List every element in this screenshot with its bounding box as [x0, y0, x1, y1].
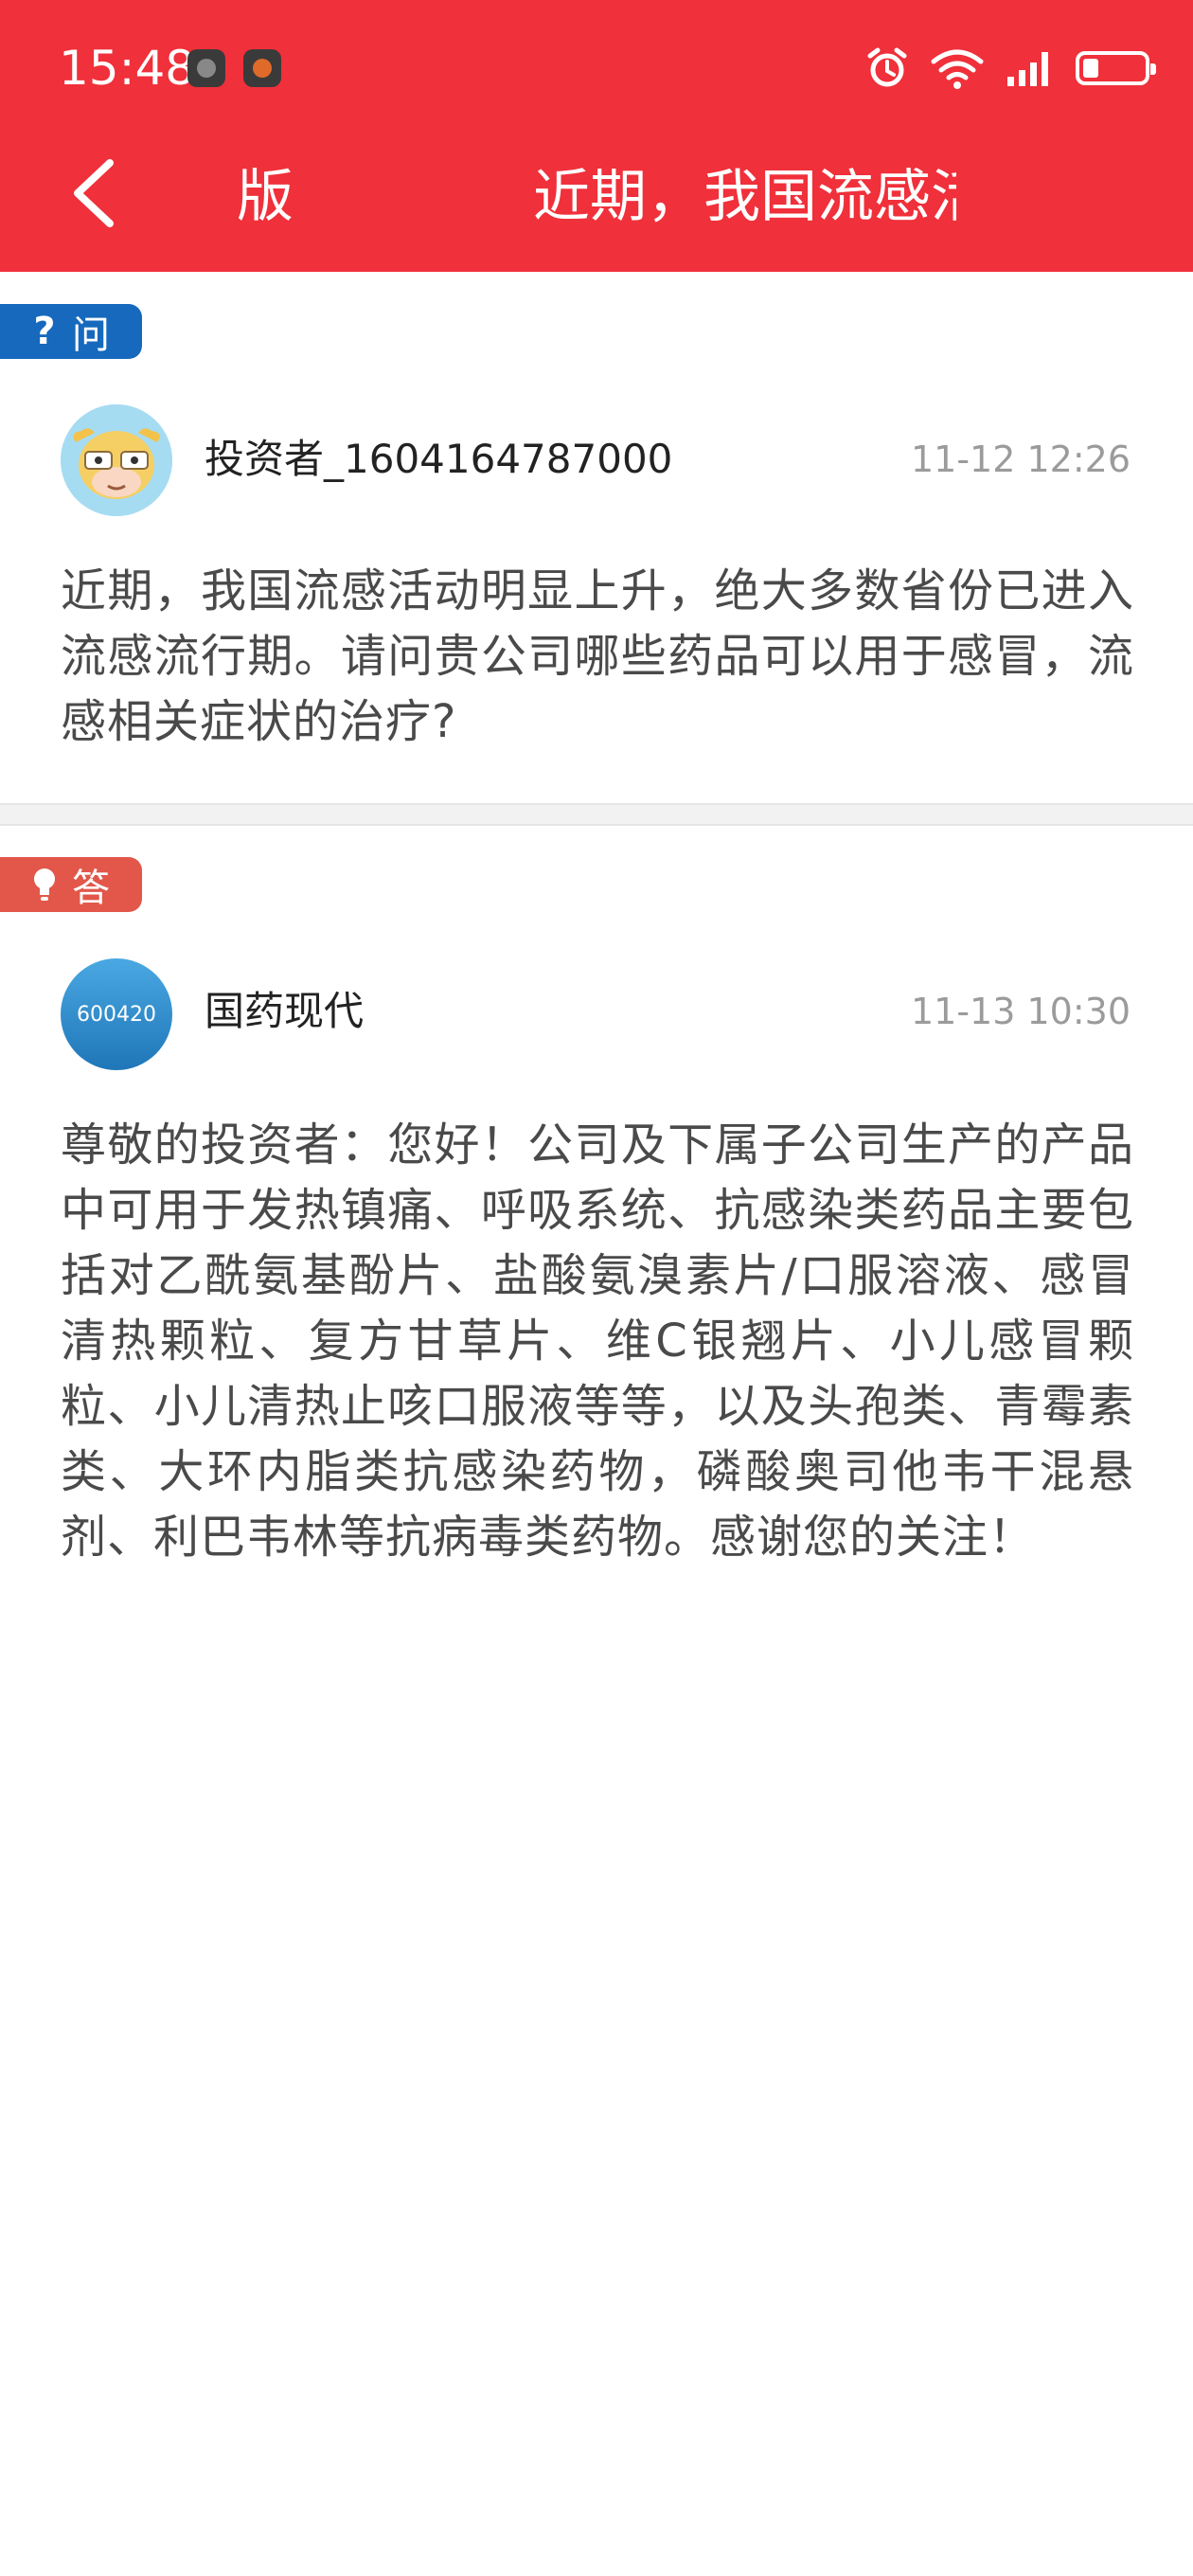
- question-mark-icon: ?: [33, 310, 56, 353]
- investor-name[interactable]: 投资者_1604164787000: [205, 433, 672, 486]
- app-header: 15:48 版 近期，我国流感活: [0, 0, 1193, 272]
- notification-app-icon: [243, 49, 281, 87]
- answer-text: 尊敬的投资者：您好！公司及下属子公司生产的产品中可用于发热镇痛、呼吸系统、抗感染…: [61, 1118, 1134, 1564]
- battery-icon: [1076, 51, 1156, 85]
- status-icons: [865, 44, 1156, 93]
- company-name[interactable]: 国药现代: [205, 985, 364, 1038]
- signal-icon: [1007, 52, 1048, 86]
- question-tag-label: 问: [72, 313, 110, 357]
- answer-tag: 答: [0, 857, 142, 912]
- question-tag: ? 问: [0, 304, 142, 359]
- question-text: 近期，我国流感活动明显上升，绝大多数省份已进入流感流行期。请问贵公司哪些药品可以…: [61, 564, 1134, 748]
- alarm-icon: [867, 47, 907, 87]
- wifi-icon: [931, 49, 984, 89]
- answer-tag-label: 答: [72, 867, 110, 910]
- cow-avatar-icon: [61, 404, 172, 516]
- nav-left-label[interactable]: 版: [237, 161, 294, 233]
- status-time: 15:48: [59, 41, 196, 96]
- section-divider: [0, 803, 1193, 826]
- answer-timestamp: 11-13 10:30: [910, 991, 1131, 1032]
- investor-avatar[interactable]: [61, 404, 172, 516]
- back-arrow-icon[interactable]: [66, 155, 123, 231]
- question-timestamp: 11-12 12:26: [910, 438, 1131, 480]
- company-stock-code: 600420: [77, 1002, 156, 1027]
- company-avatar[interactable]: 600420: [61, 958, 172, 1070]
- page-title: 近期，我国流感活: [533, 164, 956, 230]
- lightbulb-icon: [30, 866, 59, 903]
- notification-app-icon: [187, 49, 225, 87]
